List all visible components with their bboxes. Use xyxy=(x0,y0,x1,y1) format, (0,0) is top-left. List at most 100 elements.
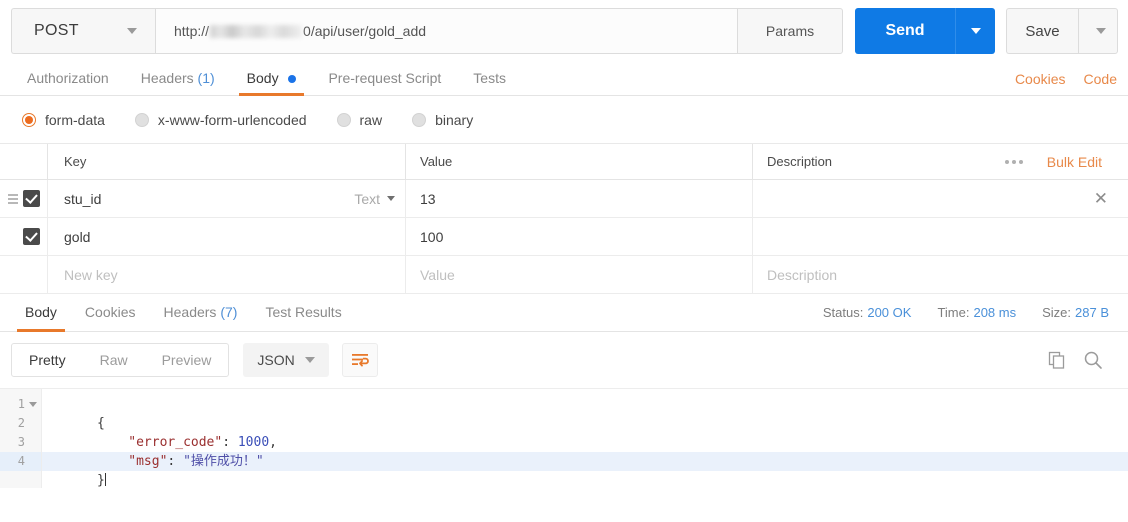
chevron-down-icon xyxy=(387,196,395,201)
new-row-description-input[interactable]: Description xyxy=(753,256,1128,293)
radio-raw[interactable]: raw xyxy=(336,111,383,128)
status-label: Status: xyxy=(822,305,864,320)
row-description-cell[interactable]: ✕ xyxy=(753,180,1128,217)
response-tab-test-results[interactable]: Test Results xyxy=(251,294,355,331)
word-wrap-button[interactable] xyxy=(341,343,378,377)
code-line: { xyxy=(42,395,1128,431)
tab-body[interactable]: Body xyxy=(231,62,313,96)
response-tab-cookies[interactable]: Cookies xyxy=(71,294,150,331)
radio-label: raw xyxy=(359,111,383,128)
response-tab-headers[interactable]: Headers (7) xyxy=(150,294,252,331)
radio-unselected-icon xyxy=(336,112,351,127)
line-number: 3 xyxy=(0,433,41,452)
radio-unselected-icon xyxy=(412,112,427,127)
tab-count: (1) xyxy=(197,70,215,86)
tab-authorization[interactable]: Authorization xyxy=(11,62,125,95)
time-indicator: Time: 208 ms xyxy=(937,305,1016,320)
radio-selected-icon xyxy=(22,112,36,127)
search-button[interactable] xyxy=(1083,350,1103,370)
row-key-cell[interactable]: gold xyxy=(48,218,406,255)
chevron-down-icon xyxy=(970,28,981,34)
row-value-cell[interactable]: 13 xyxy=(406,180,753,217)
send-button[interactable]: Send xyxy=(855,8,955,54)
row-key-cell[interactable]: stu_id Text xyxy=(48,180,406,217)
time-value: 208 ms xyxy=(973,305,1017,320)
radio-x-www-form-urlencoded[interactable]: x-www-form-urlencoded xyxy=(134,111,307,128)
code-link[interactable]: Code xyxy=(1084,71,1117,87)
header-checkbox-cell xyxy=(0,144,48,179)
new-key-placeholder: New key xyxy=(64,266,118,283)
row-value-cell[interactable]: 100 xyxy=(406,218,753,255)
json-value-msg: "操作成功！" xyxy=(183,454,264,469)
code-content[interactable]: { "error_code": 1000, "msg": "操作成功！" } xyxy=(42,389,1128,488)
tab-label: Headers xyxy=(163,304,217,320)
line-number-text: 1 xyxy=(17,397,25,411)
view-pretty-button[interactable]: Pretty xyxy=(12,344,83,376)
response-format-label: JSON xyxy=(257,352,295,368)
row-description-cell[interactable] xyxy=(753,218,1128,255)
response-tab-body[interactable]: Body xyxy=(11,294,71,332)
tab-label: Tests xyxy=(473,70,506,86)
tab-label: Headers xyxy=(140,70,194,86)
url-redacted-host xyxy=(210,25,303,38)
radio-label: x-www-form-urlencoded xyxy=(157,111,307,128)
form-data-table: Key Value Description Bulk Edit stu_id T… xyxy=(0,144,1128,294)
row-enabled-checkbox[interactable] xyxy=(23,190,40,207)
json-key-error-code: "error_code" xyxy=(128,435,223,450)
tab-label: Authorization xyxy=(27,70,109,86)
status-value: 200 OK xyxy=(867,305,912,320)
copy-icon xyxy=(1048,351,1065,369)
bulk-edit-button[interactable]: Bulk Edit xyxy=(1047,154,1102,170)
view-raw-button[interactable]: Raw xyxy=(83,344,145,376)
radio-label: form-data xyxy=(45,111,105,128)
json-key-msg: "msg" xyxy=(128,454,168,469)
row-enabled-checkbox[interactable] xyxy=(23,228,40,245)
json-value-error-code: 1000 xyxy=(237,435,270,450)
save-button-group: Save xyxy=(1006,8,1118,54)
response-format-dropdown[interactable]: JSON xyxy=(243,343,329,377)
response-toolbar-right xyxy=(1047,350,1117,370)
tab-tests[interactable]: Tests xyxy=(457,62,522,95)
new-row-key-input[interactable]: New key xyxy=(48,256,406,293)
line-number: 4 xyxy=(0,452,41,471)
row-type-dropdown[interactable]: Text xyxy=(354,191,395,207)
body-type-radio-group: form-data x-www-form-urlencoded raw bina… xyxy=(0,96,1128,144)
row-key-text: stu_id xyxy=(64,190,102,207)
copy-button[interactable] xyxy=(1047,350,1067,370)
request-tab-links: Cookies Code xyxy=(997,62,1117,95)
line-number-gutter: 1 2 3 4 xyxy=(0,389,42,488)
size-indicator: Size: 287 B xyxy=(1042,305,1109,320)
header-key-label: Key xyxy=(64,154,87,169)
line-number-text: 4 xyxy=(17,454,25,468)
status-indicator: Status: 200 OK xyxy=(823,305,912,320)
params-button[interactable]: Params xyxy=(737,8,843,54)
radio-label: binary xyxy=(435,111,474,128)
response-tabs: Body Cookies Headers (7) Test Results St… xyxy=(0,294,1128,332)
line-number-text: 2 xyxy=(17,416,25,430)
tab-pre-request-script[interactable]: Pre-request Script xyxy=(312,62,457,95)
fold-toggle-icon[interactable] xyxy=(29,402,37,407)
radio-binary[interactable]: binary xyxy=(412,112,473,128)
tab-headers[interactable]: Headers (1) xyxy=(125,62,231,95)
line-number: 1 xyxy=(0,395,41,414)
header-key-cell: Key xyxy=(48,144,406,179)
row-type-label: Text xyxy=(354,190,380,207)
radio-form-data[interactable]: form-data xyxy=(22,112,105,128)
delete-row-icon[interactable]: ✕ xyxy=(1094,190,1118,207)
header-value-label: Value xyxy=(420,154,453,169)
cookies-link[interactable]: Cookies xyxy=(1015,71,1066,87)
save-button[interactable]: Save xyxy=(1006,8,1078,54)
table-row: stu_id Text 13 ✕ xyxy=(0,180,1128,218)
http-method-selector[interactable]: POST xyxy=(11,8,155,54)
send-options-button[interactable] xyxy=(955,8,995,54)
json-open-brace: { xyxy=(96,416,105,431)
row-key-text: gold xyxy=(64,228,91,245)
send-button-group: Send xyxy=(855,8,995,54)
view-preview-button[interactable]: Preview xyxy=(145,344,229,376)
url-input[interactable]: http:// 0/api/user/gold_add xyxy=(155,8,737,54)
save-options-button[interactable] xyxy=(1078,8,1118,54)
tab-label: Pre-request Script xyxy=(328,70,442,86)
new-row-value-input[interactable]: Value xyxy=(406,256,753,293)
drag-handle-icon[interactable] xyxy=(8,193,18,204)
more-options-icon[interactable] xyxy=(997,159,1031,164)
